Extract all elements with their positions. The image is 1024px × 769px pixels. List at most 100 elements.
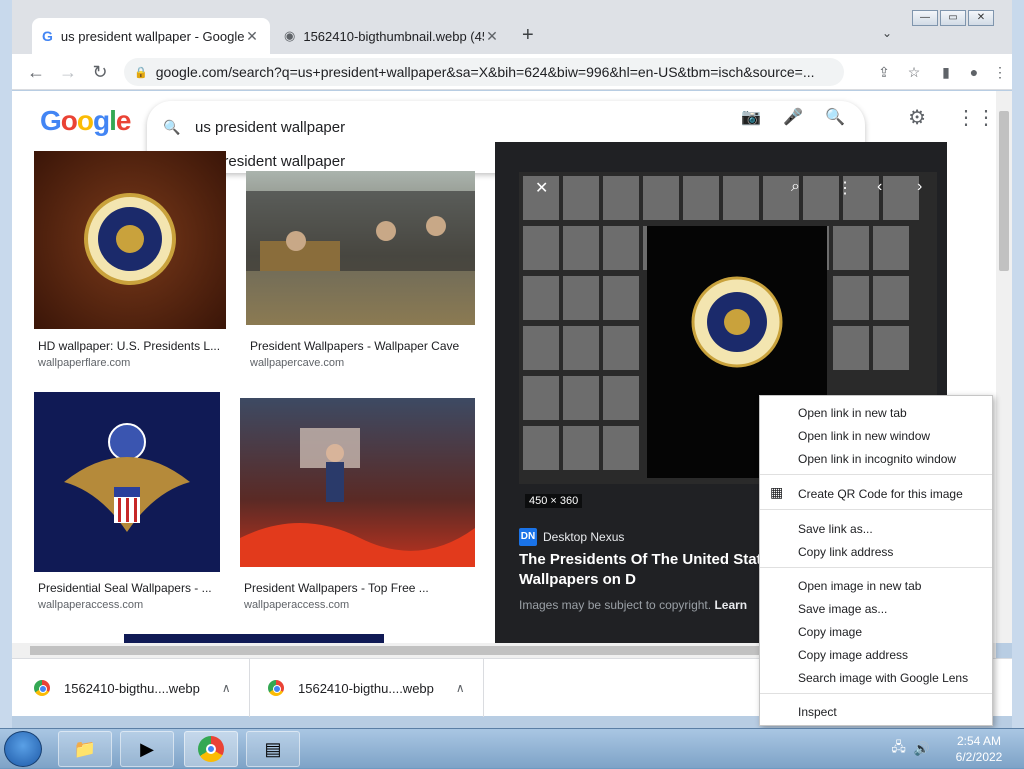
result-image-4[interactable] [240, 398, 475, 567]
google-lens-icon[interactable]: ⌕ [791, 178, 800, 196]
menu-open-link-incognito[interactable]: Open link in incognito window [798, 452, 956, 466]
file-explorer-taskbar-icon[interactable]: 📁 [58, 731, 112, 767]
bookmark-star-icon[interactable]: ☆ [904, 62, 924, 82]
download-filename: 1562410-bigthu....webp [64, 680, 200, 696]
copyright-notice: Images may be subject to copyright. Lear… [519, 598, 747, 612]
clock[interactable]: 2:54 AM 6/2/2022 [934, 733, 1024, 765]
more-options-icon[interactable]: ⋮ [837, 178, 853, 198]
chrome-file-icon [268, 680, 284, 696]
menu-open-image-new-tab[interactable]: Open image in new tab [798, 579, 921, 593]
tab-google-search[interactable]: G us president wallpaper - Google ✕ [32, 18, 270, 54]
menu-separator [760, 509, 992, 510]
microphone-icon[interactable]: 🎤 [783, 107, 803, 127]
horizontal-scroll-thumb[interactable] [30, 646, 770, 655]
close-tab-icon[interactable]: ✕ [244, 28, 260, 45]
qr-code-icon: ▦ [770, 484, 784, 500]
menu-copy-image[interactable]: Copy image [798, 625, 862, 639]
result-caption[interactable]: Presidential Seal Wallpapers - ... [38, 581, 212, 595]
result-source: wallpaperaccess.com [38, 599, 144, 611]
copyright-text: Images may be subject to copyright. [519, 598, 712, 612]
preview-site[interactable]: DN Desktop Nexus [519, 528, 624, 546]
eagle-seal-image [64, 423, 190, 532]
menu-create-qr-code[interactable]: Create QR Code for this image [798, 487, 963, 501]
window-controls: — ▭ ✕ [912, 10, 994, 26]
desktop-nexus-logo: DN [519, 528, 537, 546]
profile-avatar-icon[interactable]: ● [964, 62, 984, 82]
chrome-taskbar-icon[interactable] [184, 731, 238, 767]
maximize-button[interactable]: ▭ [940, 10, 966, 26]
share-icon[interactable]: ⇪ [874, 62, 894, 82]
menu-save-image-as[interactable]: Save image as... [798, 602, 887, 616]
result-caption[interactable]: President Wallpapers - Top Free ... [244, 581, 429, 595]
media-player-icon: ▶ [140, 738, 154, 759]
folder-icon: 📁 [73, 738, 97, 759]
apps-grid-icon[interactable]: ⋮⋮ [956, 105, 996, 130]
washington-painting-image [240, 428, 475, 567]
download-item[interactable]: 1562410-bigthu....webp ∧ [256, 659, 484, 717]
tab-title: 1562410-bigthumbnail.webp (45 [303, 28, 484, 44]
tab-title: us president wallpaper - Google [60, 28, 244, 44]
media-player-taskbar-icon[interactable]: ▶ [120, 731, 174, 767]
menu-separator [760, 567, 992, 568]
vertical-scroll-thumb[interactable] [999, 111, 1009, 271]
image-dimensions: 450 × 360 [525, 494, 583, 508]
chrome-menu-icon[interactable]: ⋮ [990, 62, 1010, 82]
presidents-group-image [246, 191, 475, 271]
menu-open-link-new-tab[interactable]: Open link in new tab [798, 406, 907, 420]
menu-copy-link-address[interactable]: Copy link address [798, 545, 893, 559]
close-preview-icon[interactable]: ✕ [535, 178, 548, 198]
settings-gear-icon[interactable]: ⚙ [908, 105, 926, 130]
reload-icon[interactable]: ↻ [88, 60, 112, 84]
search-submit-icon[interactable]: 🔍 [825, 107, 845, 127]
control-panel-taskbar-icon[interactable]: ▤ [246, 731, 300, 767]
menu-save-link-as[interactable]: Save link as... [798, 522, 873, 536]
google-logo[interactable]: Google [40, 105, 131, 137]
new-tab-button[interactable]: + [522, 24, 534, 47]
result-caption[interactable]: President Wallpapers - Wallpaper Cave [250, 339, 459, 353]
result-image-2[interactable] [246, 171, 475, 325]
tab-search-button[interactable]: ⌄ [882, 26, 892, 40]
side-panel-icon[interactable]: ▮ [936, 62, 956, 82]
presidential-seal-image [84, 193, 176, 285]
tab-webp-image[interactable]: ◉ 1562410-bigthumbnail.webp (45 ✕ [274, 18, 510, 54]
system-tray: 🖧 🔊 2:54 AM 6/2/2022 [891, 729, 1024, 769]
minimize-button[interactable]: — [912, 10, 938, 26]
chevron-up-icon[interactable]: ∧ [456, 681, 465, 695]
window-frame-right [1012, 0, 1024, 728]
menu-open-link-new-window[interactable]: Open link in new window [798, 429, 930, 443]
result-source: wallpapercave.com [250, 357, 345, 369]
previous-image-icon[interactable]: ‹ [877, 178, 882, 196]
address-bar[interactable]: 🔒 google.com/search?q=us+president+wallp… [124, 58, 844, 86]
search-icon: 🔍 [163, 118, 181, 135]
chrome-icon [198, 736, 224, 762]
menu-separator [760, 693, 992, 694]
window-frame-left [0, 0, 12, 728]
learn-more-link[interactable]: Learn [714, 598, 747, 612]
vertical-scrollbar[interactable] [996, 91, 1012, 643]
url-text: google.com/search?q=us+president+wallpap… [155, 64, 815, 80]
close-window-button[interactable]: ✕ [968, 10, 994, 26]
lock-icon: 🔒 [134, 66, 148, 79]
download-item[interactable]: 1562410-bigthu....webp ∧ [22, 659, 250, 717]
menu-inspect[interactable]: Inspect [798, 705, 837, 719]
search-input-value: us president wallpaper [195, 118, 346, 136]
volume-icon[interactable]: 🔊 [914, 741, 930, 757]
result-source: wallpaperaccess.com [244, 599, 350, 611]
menu-search-google-lens[interactable]: Search image with Google Lens [798, 671, 968, 685]
result-caption[interactable]: HD wallpaper: U.S. Presidents L... [38, 339, 220, 353]
clock-time: 2:54 AM [956, 734, 1002, 748]
camera-icon[interactable]: 📷 [741, 107, 761, 127]
back-arrow-icon[interactable]: ← [24, 60, 48, 84]
browser-toolbar: ← → ↻ 🔒 google.com/search?q=us+president… [12, 54, 1012, 90]
result-image-1[interactable] [34, 151, 226, 329]
menu-separator [760, 474, 992, 475]
network-icon[interactable]: 🖧 [891, 738, 906, 760]
google-g-icon: G [42, 28, 53, 44]
menu-copy-image-address[interactable]: Copy image address [798, 648, 908, 662]
close-tab-icon[interactable]: ✕ [484, 28, 500, 45]
start-button[interactable] [4, 731, 42, 767]
result-image-3[interactable] [34, 392, 220, 572]
next-image-icon[interactable]: › [917, 178, 922, 196]
forward-arrow-icon[interactable]: → [56, 60, 80, 84]
chevron-up-icon[interactable]: ∧ [222, 681, 231, 695]
